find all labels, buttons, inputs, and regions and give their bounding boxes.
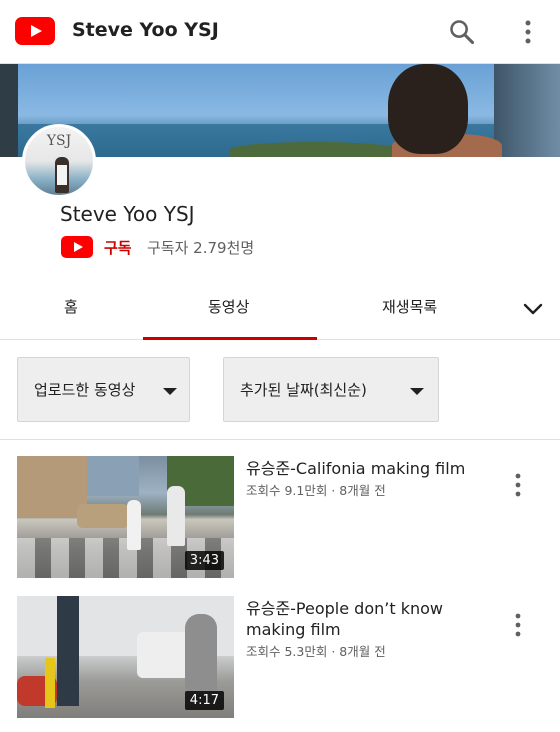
upload-filter-dropdown[interactable]: 업로드한 동영상 bbox=[17, 357, 190, 422]
list-divider bbox=[0, 439, 560, 440]
more-vert-icon[interactable] bbox=[508, 612, 528, 638]
avatar-logo-text: YSJ bbox=[46, 133, 72, 149]
thumb-pole bbox=[57, 596, 79, 706]
thumb-car bbox=[77, 504, 129, 528]
channel-tabs: 홈 동영상 재생목록 bbox=[0, 276, 560, 340]
tab-videos[interactable]: 동영상 bbox=[208, 296, 249, 317]
video-duration: 3:43 bbox=[184, 551, 224, 570]
sort-filter-dropdown[interactable]: 추가된 날짜(최신순) bbox=[223, 357, 439, 422]
more-vert-icon[interactable] bbox=[508, 472, 528, 498]
more-vert-icon[interactable] bbox=[516, 18, 540, 46]
subscribe-button[interactable]: 구독 bbox=[104, 237, 132, 258]
banner-person-head bbox=[388, 64, 468, 154]
thumb-post bbox=[45, 658, 55, 708]
dropdown-arrow-icon bbox=[163, 388, 177, 395]
subscriber-count: 구독자 2.79천명 bbox=[147, 239, 255, 257]
thumb-building bbox=[87, 456, 139, 496]
app-bar: Steve Yoo YSJ bbox=[0, 0, 560, 64]
chevron-down-icon[interactable] bbox=[522, 300, 544, 318]
video-list-item[interactable]: 4:17 유승준-People don’t know making film 조… bbox=[0, 596, 560, 720]
subscribe-logo-icon[interactable] bbox=[61, 236, 93, 258]
video-list-item[interactable]: 3:43 유승준-Califonia making film 조회수 9.1만회… bbox=[0, 456, 560, 580]
banner-frame-left bbox=[0, 64, 18, 157]
avatar-figure bbox=[55, 157, 69, 193]
video-thumbnail[interactable]: 3:43 bbox=[17, 456, 234, 578]
tab-home[interactable]: 홈 bbox=[64, 296, 78, 317]
thumb-person bbox=[167, 486, 185, 546]
video-meta: 조회수 9.1만회 · 8개월 전 bbox=[246, 483, 386, 498]
tab-playlists[interactable]: 재생목록 bbox=[382, 296, 437, 317]
channel-avatar[interactable]: YSJ bbox=[22, 124, 96, 198]
dropdown-arrow-icon bbox=[410, 388, 424, 395]
tab-selected-indicator bbox=[143, 337, 317, 340]
appbar-title: Steve Yoo YSJ bbox=[72, 19, 219, 41]
banner-coast bbox=[230, 142, 400, 157]
video-meta: 조회수 5.3만회 · 8개월 전 bbox=[246, 644, 386, 659]
sort-filter-label: 추가된 날짜(최신순) bbox=[240, 381, 367, 399]
youtube-logo-icon[interactable] bbox=[15, 17, 55, 45]
banner-frame-right bbox=[494, 64, 560, 157]
channel-name: Steve Yoo YSJ bbox=[60, 202, 195, 226]
thumb-person bbox=[127, 500, 141, 550]
video-duration: 4:17 bbox=[184, 691, 224, 710]
upload-filter-label: 업로드한 동영상 bbox=[34, 381, 136, 399]
search-icon[interactable] bbox=[448, 18, 476, 46]
video-title[interactable]: 유승준-Califonia making film bbox=[246, 458, 486, 479]
video-title[interactable]: 유승준-People don’t know making film bbox=[246, 598, 486, 640]
video-thumbnail[interactable]: 4:17 bbox=[17, 596, 234, 718]
